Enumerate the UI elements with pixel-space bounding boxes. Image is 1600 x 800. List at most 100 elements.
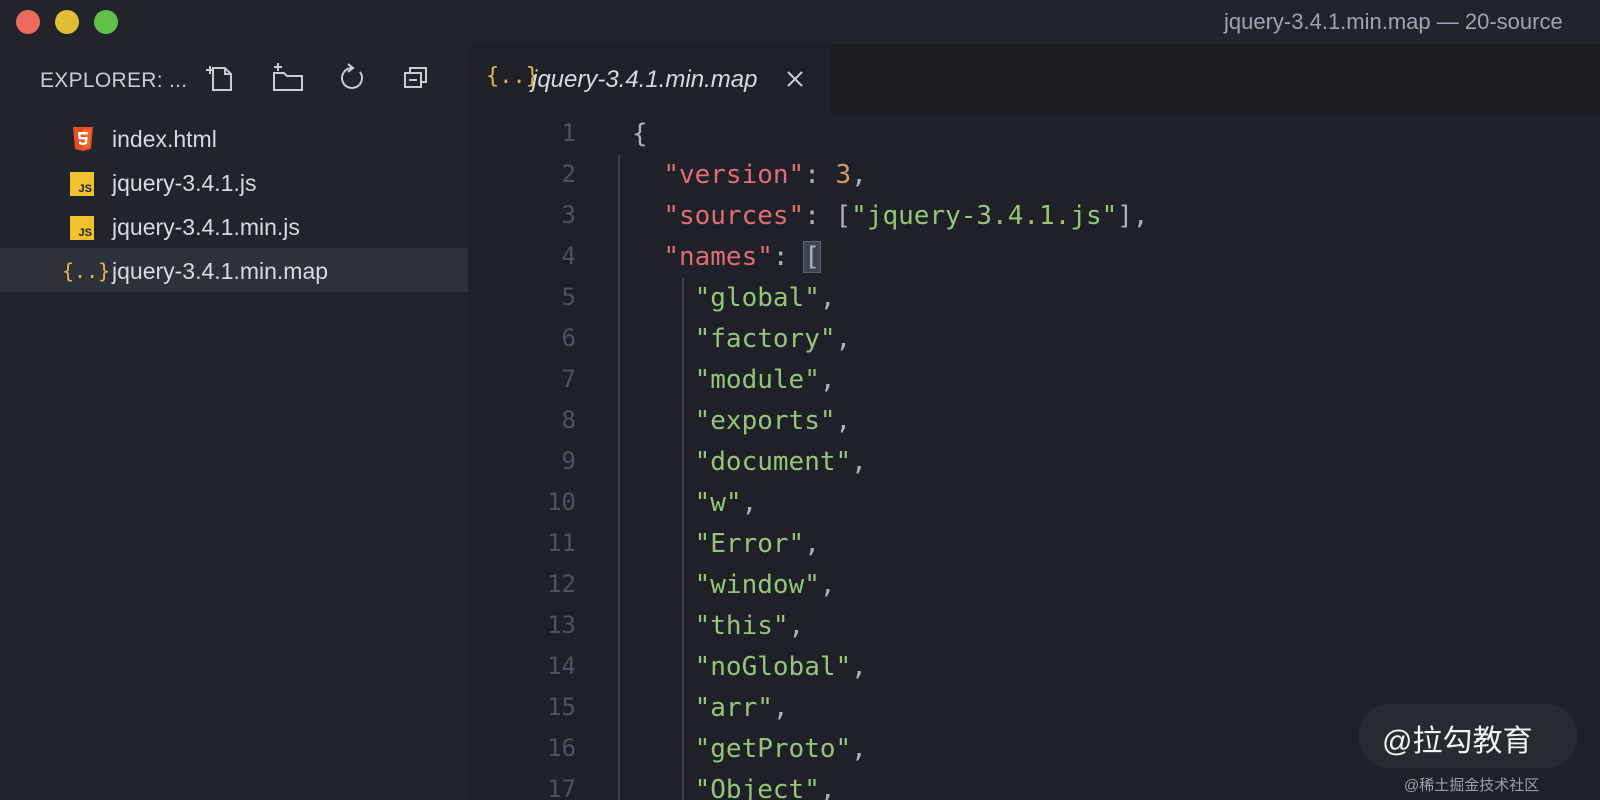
json-key: "version" <box>663 160 805 190</box>
file-item-jquery-min-map[interactable]: {..} jquery-3.4.1.min.map <box>0 248 468 292</box>
tab-bar: {..} jquery-3.4.1.min.map <box>468 44 1600 114</box>
watermark-text: @拉勾教育 <box>1382 725 1533 758</box>
code-punctuation <box>632 283 695 313</box>
window-minimize-button[interactable] <box>55 10 79 34</box>
code-punctuation: , <box>819 775 836 800</box>
line-number: 1 <box>561 119 576 147</box>
code-line[interactable]: 10 "w", <box>468 483 1600 524</box>
line-number: 13 <box>547 611 576 639</box>
code-text: "names": [ <box>632 241 821 273</box>
line-number: 11 <box>547 529 576 557</box>
json-string: "this" <box>694 611 789 641</box>
line-number: 9 <box>561 447 576 475</box>
code-text: { <box>632 119 648 149</box>
json-key: "names" <box>663 242 773 272</box>
window-title: jquery-3.4.1.min.map — 20-source <box>1224 9 1563 34</box>
code-punctuation <box>632 406 695 436</box>
code-punctuation: , <box>835 324 852 354</box>
close-icon[interactable] <box>784 68 806 90</box>
window-close-button[interactable] <box>16 10 40 34</box>
code-punctuation: ], <box>1117 201 1149 231</box>
code-line[interactable]: 14 "noGlobal", <box>468 647 1600 688</box>
json-string: "module" <box>694 365 820 395</box>
line-number: 6 <box>561 324 576 352</box>
json-string: "w" <box>694 488 742 518</box>
code-text: "global", <box>632 283 836 313</box>
tab-label: jquery-3.4.1.min.map <box>532 66 758 93</box>
json-string: "getProto" <box>694 734 852 764</box>
explorer-header: EXPLORER: ... <box>0 44 468 114</box>
line-number: 17 <box>547 775 576 800</box>
code-punctuation <box>632 242 663 272</box>
code-line[interactable]: 7 "module", <box>468 360 1600 401</box>
code-punctuation: { <box>632 119 648 149</box>
code-line[interactable]: 3 "sources": ["jquery-3.4.1.js"], <box>468 196 1600 237</box>
code-punctuation <box>632 160 663 190</box>
new-folder-icon[interactable] <box>270 60 306 96</box>
line-number: 7 <box>561 365 576 393</box>
code-text: "version": 3, <box>632 160 867 190</box>
js-icon: JS <box>70 170 96 196</box>
code-punctuation <box>632 611 695 641</box>
code-line[interactable]: 1{ <box>468 114 1600 155</box>
json-string: "arr" <box>694 693 773 723</box>
code-editor[interactable]: 1{2 "version": 3, 3 "sources": ["jquery-3… <box>468 114 1600 800</box>
code-text: "arr", <box>632 693 789 723</box>
code-text: "factory", <box>632 324 852 354</box>
code-punctuation: , <box>851 447 867 477</box>
new-file-icon[interactable] <box>204 60 240 96</box>
line-number: 3 <box>561 201 576 229</box>
explorer-title: EXPLORER: ... <box>40 69 188 92</box>
code-punctuation: , <box>819 365 836 395</box>
refresh-icon[interactable] <box>334 60 370 96</box>
file-label: index.html <box>112 126 217 152</box>
file-tree: index.html JS jquery-3.4.1.js JS jquery-… <box>0 116 468 292</box>
code-line[interactable]: 5 "global", <box>468 278 1600 319</box>
json-key: "sources" <box>663 201 805 231</box>
code-text: "getProto", <box>632 734 867 764</box>
code-line[interactable]: 12 "window", <box>468 565 1600 606</box>
line-number: 4 <box>561 242 576 270</box>
code-punctuation <box>632 570 695 600</box>
file-item-jquery-js[interactable]: JS jquery-3.4.1.js <box>0 160 468 204</box>
code-text: "w", <box>632 488 758 518</box>
window-maximize-button[interactable] <box>94 10 118 34</box>
code-punctuation: : <box>772 242 805 272</box>
json-string: "Object" <box>694 775 820 800</box>
code-punctuation: , <box>835 406 852 436</box>
code-line[interactable]: 6 "factory", <box>468 319 1600 360</box>
code-text: "exports", <box>632 406 852 436</box>
code-punctuation <box>632 529 695 559</box>
code-punctuation: , <box>851 734 867 764</box>
code-punctuation: : [ <box>804 201 852 231</box>
json-string: "noGlobal" <box>694 652 852 682</box>
code-line[interactable]: 13 "this", <box>468 606 1600 647</box>
explorer-sidebar: EXPLORER: ... index.html JS jquery-3.4.1… <box>0 44 468 800</box>
code-text: "sources": ["jquery-3.4.1.js"], <box>632 201 1149 231</box>
js-icon: JS <box>70 214 96 240</box>
code-punctuation: , <box>851 652 867 682</box>
json-string: "factory" <box>694 324 836 354</box>
code-text: "noGlobal", <box>632 652 867 682</box>
file-item-jquery-min-js[interactable]: JS jquery-3.4.1.min.js <box>0 204 468 248</box>
code-punctuation <box>632 693 695 723</box>
code-line[interactable]: 2 "version": 3, <box>468 155 1600 196</box>
json-string: "exports" <box>694 406 836 436</box>
code-punctuation <box>632 734 695 764</box>
line-number: 16 <box>547 734 576 762</box>
code-punctuation <box>632 652 695 682</box>
code-line[interactable]: 4 "names": [ <box>468 237 1600 278</box>
code-punctuation: : <box>804 160 836 190</box>
file-item-index-html[interactable]: index.html <box>0 116 468 160</box>
line-number: 8 <box>561 406 576 434</box>
json-string: "global" <box>694 283 820 313</box>
code-text: "Object", <box>632 775 836 800</box>
tab-jquery-min-map[interactable]: {..} jquery-3.4.1.min.map <box>468 44 832 114</box>
collapse-all-icon[interactable] <box>398 60 434 96</box>
line-number: 10 <box>547 488 576 516</box>
code-line[interactable]: 9 "document", <box>468 442 1600 483</box>
code-punctuation: , <box>819 570 836 600</box>
code-line[interactable]: 11 "Error", <box>468 524 1600 565</box>
code-line[interactable]: 8 "exports", <box>468 401 1600 442</box>
line-number: 12 <box>547 570 576 598</box>
